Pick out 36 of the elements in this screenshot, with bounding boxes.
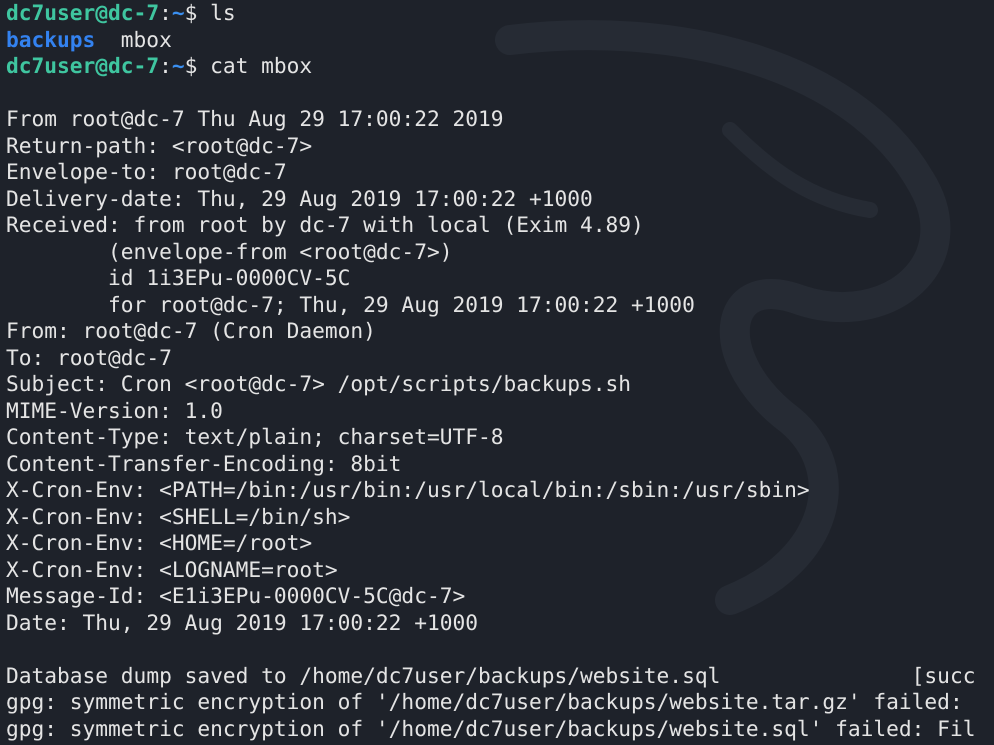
output-line: X-Cron-Env: <HOME=/root>	[6, 530, 312, 556]
output-line: Content-Transfer-Encoding: 8bit	[6, 450, 402, 477]
prompt-separator: :	[159, 53, 172, 80]
output-line: X-Cron-Env: <SHELL=/bin/sh>	[6, 504, 350, 530]
output-line: Message-Id: <E1i3EPu-0000CV-5C@dc-7>	[6, 583, 466, 610]
command-text: ls	[210, 0, 236, 26]
output-line: From root@dc-7 Thu Aug 29 17:00:22 2019	[6, 106, 504, 132]
output-line: Database dump saved to /home/dc7user/backups/website.sql	[6, 662, 720, 689]
command-text: cat mbox	[210, 53, 312, 80]
output-line: Subject: Cron <root@dc-7> /opt/scripts/backups.sh	[6, 371, 632, 398]
output-line: gpg: symmetric encryption of '/home/dc7user/backups/website.sql' failed: Fil	[6, 716, 976, 742]
output-line: id 1i3EPu-0000CV-5C	[108, 265, 350, 292]
output-line: MIME-Version: 1.0	[6, 398, 223, 424]
output-line: gpg: symmetric encryption of '/home/dc7user/backups/website.tar.gz' failed:	[6, 689, 963, 716]
output-line: Content-Type: text/plain; charset=UTF-8	[6, 424, 504, 450]
directory-name: backups	[6, 26, 96, 53]
prompt-user-host: dc7user@dc-7	[6, 53, 160, 80]
status-text: [succ	[912, 662, 976, 689]
output-line: Return-path: <root@dc-7>	[6, 132, 312, 159]
output-line: Delivery-date: Thu, 29 Aug 2019 17:00:22 +1000	[6, 186, 593, 212]
output-line: X-Cron-Env: <LOGNAME=root>	[6, 556, 338, 583]
output-line: for root@dc-7; Thu, 29 Aug 2019 17:00:22 +1000	[108, 292, 695, 318]
file-name: mbox	[120, 26, 172, 53]
output-line: (envelope-from <root@dc-7>)	[108, 238, 452, 265]
prompt-symbol: $	[184, 53, 198, 80]
output-line: Date: Thu, 29 Aug 2019 17:00:22 +1000	[6, 610, 478, 636]
output-line: Envelope-to: root@dc-7	[6, 159, 287, 186]
prompt-symbol: $	[184, 0, 198, 26]
output-line: From: root@dc-7 (Cron Daemon)	[6, 318, 376, 344]
output-line: Received: from root by dc-7 with local (Exim 4.89)	[6, 212, 644, 238]
prompt-path: ~	[172, 53, 185, 80]
output-line: X-Cron-Env: <PATH=/bin:/usr/bin:/usr/local/bin:/sbin:/usr/sbin>	[6, 477, 810, 504]
prompt-separator: :	[159, 0, 172, 26]
output-line: To: root@dc-7	[6, 344, 172, 371]
prompt-path: ~	[172, 0, 185, 26]
prompt-user-host: dc7user@dc-7	[6, 0, 160, 26]
